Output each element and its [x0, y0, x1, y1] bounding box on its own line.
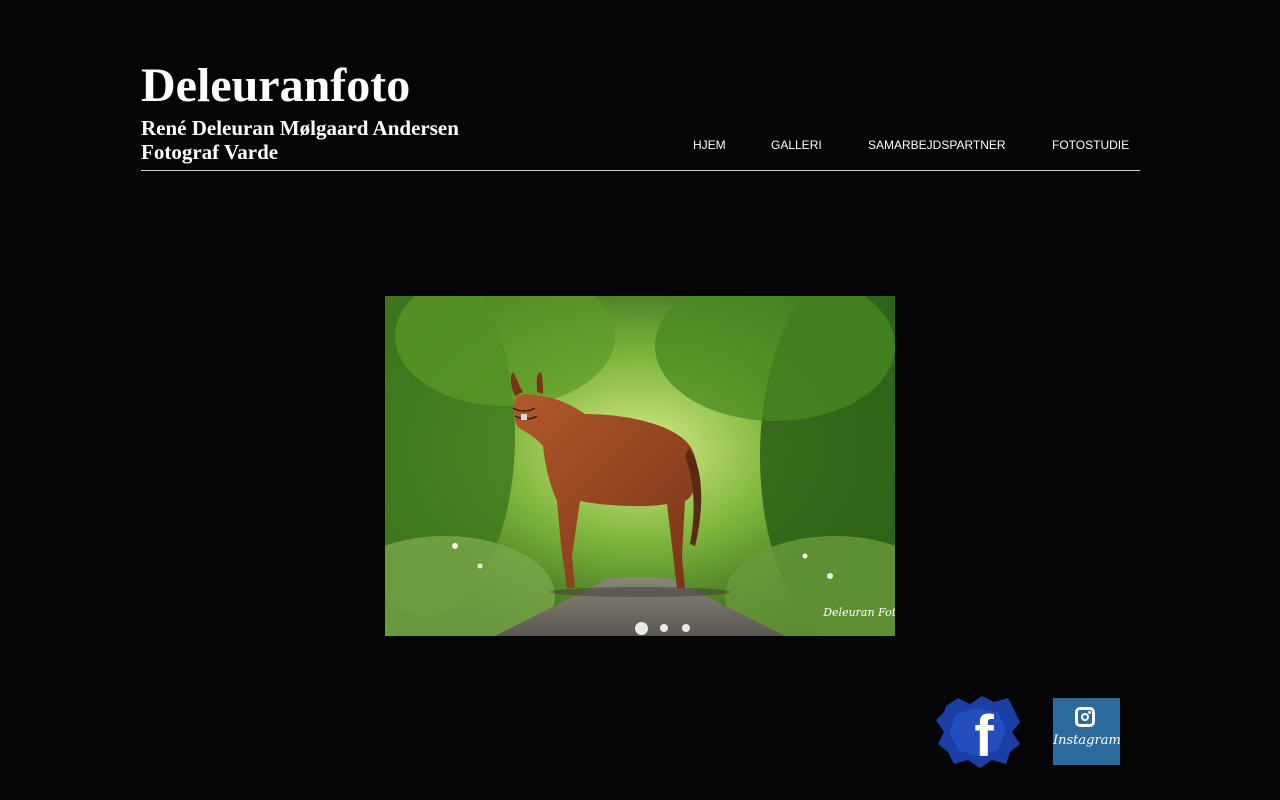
subtitle-name: René Deleuran Mølgaard Andersen — [141, 116, 459, 140]
instagram-label: Instagram — [1053, 733, 1121, 748]
nav-item-hjem[interactable]: HJEM — [693, 136, 726, 154]
slide-dot-3[interactable] — [682, 624, 690, 632]
page: Deleuranfoto René Deleuran Mølgaard Ande… — [0, 0, 1280, 800]
slide-dot-2[interactable] — [660, 624, 668, 632]
instagram-camera-icon — [1075, 707, 1095, 727]
facebook-letter: f — [974, 704, 994, 768]
main-navigation: HJEM GALLERI SAMARBEJDSPARTNER FOTOSTUDI… — [670, 136, 1140, 156]
photo-slideshow[interactable]: Deleuran Foto — [385, 296, 895, 636]
slideshow-pagination — [385, 622, 895, 636]
instagram-link[interactable]: Instagram — [1053, 698, 1121, 765]
subtitle-tagline: Fotograf Varde — [141, 140, 279, 164]
header-divider — [141, 170, 1140, 171]
facebook-icon: f — [936, 696, 1020, 769]
nav-item-fotostudie[interactable]: FOTOSTUDIE — [1052, 136, 1129, 154]
site-title[interactable]: Deleuranfoto — [141, 58, 410, 114]
facebook-link[interactable]: f — [936, 694, 1022, 769]
nav-item-samarbejdspartner[interactable]: SAMARBEJDSPARTNER — [868, 136, 1006, 154]
watermark-signature: Deleuran Foto — [822, 606, 895, 619]
slide-photo-horse: Deleuran Foto — [385, 296, 895, 636]
slide-dot-1[interactable] — [635, 622, 648, 635]
nav-item-galleri[interactable]: GALLERI — [771, 136, 822, 154]
site-subtitle: René Deleuran Mølgaard Andersen Fotograf… — [141, 116, 459, 164]
